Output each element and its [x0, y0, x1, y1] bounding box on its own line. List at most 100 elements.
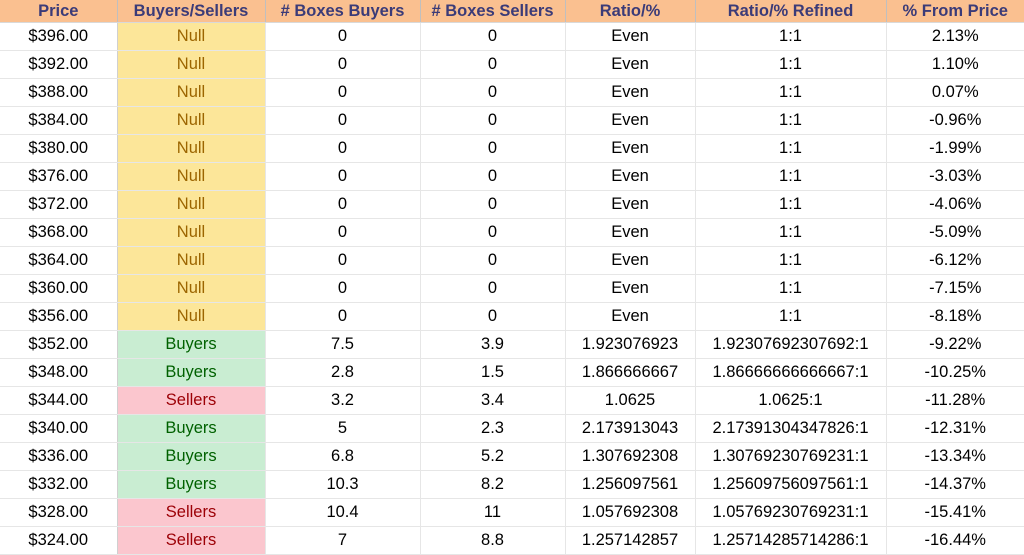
- cell-ratio-refined[interactable]: 1:1: [695, 274, 887, 303]
- cell-ratio-pct[interactable]: Even: [565, 302, 696, 331]
- cell-boxes-sellers[interactable]: 0: [420, 246, 566, 275]
- cell-boxes-buyers[interactable]: 10.4: [265, 498, 421, 527]
- cell-buyers-sellers[interactable]: Null: [117, 246, 266, 275]
- cell-ratio-refined[interactable]: 1.25714285714286:1: [695, 526, 887, 555]
- cell-price[interactable]: $364.00: [0, 246, 118, 275]
- cell-boxes-buyers[interactable]: 0: [265, 134, 421, 163]
- table-row[interactable]: $372.00 Null 0 0 Even 1:1 -4.06%: [0, 190, 1024, 219]
- cell-ratio-refined[interactable]: 1:1: [695, 78, 887, 107]
- cell-boxes-sellers[interactable]: 0: [420, 134, 566, 163]
- table-row[interactable]: $324.00 Sellers 7 8.8 1.257142857 1.257142857…: [0, 526, 1024, 555]
- cell-pct-from-price[interactable]: -10.25%: [886, 358, 1024, 387]
- cell-ratio-refined[interactable]: 1.30769230769231:1: [695, 442, 887, 471]
- cell-pct-from-price[interactable]: 0.07%: [886, 78, 1024, 107]
- cell-buyers-sellers[interactable]: Null: [117, 106, 266, 135]
- cell-price[interactable]: $368.00: [0, 218, 118, 247]
- cell-boxes-buyers[interactable]: 0: [265, 106, 421, 135]
- cell-pct-from-price[interactable]: -8.18%: [886, 302, 1024, 331]
- cell-boxes-buyers[interactable]: 0: [265, 50, 421, 79]
- cell-pct-from-price[interactable]: -9.22%: [886, 330, 1024, 359]
- cell-buyers-sellers[interactable]: Sellers: [117, 498, 266, 527]
- cell-boxes-buyers[interactable]: 0: [265, 78, 421, 107]
- cell-ratio-pct[interactable]: Even: [565, 190, 696, 219]
- cell-ratio-refined[interactable]: 1:1: [695, 106, 887, 135]
- cell-boxes-sellers[interactable]: 3.4: [420, 386, 566, 415]
- cell-ratio-pct[interactable]: Even: [565, 134, 696, 163]
- column-header-price[interactable]: Price: [0, 0, 118, 23]
- cell-pct-from-price[interactable]: -6.12%: [886, 246, 1024, 275]
- cell-buyers-sellers[interactable]: Null: [117, 78, 266, 107]
- cell-ratio-refined[interactable]: 1:1: [695, 162, 887, 191]
- column-header-boxes-sellers[interactable]: # Boxes Sellers: [420, 0, 566, 23]
- cell-ratio-refined[interactable]: 1:1: [695, 190, 887, 219]
- cell-ratio-refined[interactable]: 2.17391304347826:1: [695, 414, 887, 443]
- table-row[interactable]: $368.00 Null 0 0 Even 1:1 -5.09%: [0, 218, 1024, 247]
- cell-buyers-sellers[interactable]: Null: [117, 50, 266, 79]
- cell-boxes-sellers[interactable]: 11: [420, 498, 566, 527]
- cell-price[interactable]: $360.00: [0, 274, 118, 303]
- table-row[interactable]: $340.00 Buyers 5 2.3 2.173913043 2.1739130434…: [0, 414, 1024, 443]
- table-row[interactable]: $352.00 Buyers 7.5 3.9 1.923076923 1.92307692…: [0, 330, 1024, 359]
- table-row[interactable]: $384.00 Null 0 0 Even 1:1 -0.96%: [0, 106, 1024, 135]
- table-row[interactable]: $344.00 Sellers 3.2 3.4 1.0625 1.0625:1 -11.28…: [0, 386, 1024, 415]
- cell-pct-from-price[interactable]: 2.13%: [886, 22, 1024, 51]
- cell-ratio-refined[interactable]: 1.92307692307692:1: [695, 330, 887, 359]
- table-row[interactable]: $348.00 Buyers 2.8 1.5 1.866666667 1.86666666…: [0, 358, 1024, 387]
- cell-ratio-pct[interactable]: 2.173913043: [565, 414, 696, 443]
- cell-ratio-pct[interactable]: Even: [565, 274, 696, 303]
- cell-buyers-sellers[interactable]: Buyers: [117, 358, 266, 387]
- cell-ratio-refined[interactable]: 1:1: [695, 50, 887, 79]
- cell-boxes-sellers[interactable]: 0: [420, 50, 566, 79]
- cell-boxes-sellers[interactable]: 8.8: [420, 526, 566, 555]
- cell-boxes-sellers[interactable]: 0: [420, 218, 566, 247]
- cell-ratio-pct[interactable]: Even: [565, 218, 696, 247]
- table-row[interactable]: $336.00 Buyers 6.8 5.2 1.307692308 1.30769230…: [0, 442, 1024, 471]
- cell-boxes-sellers[interactable]: 0: [420, 302, 566, 331]
- cell-buyers-sellers[interactable]: Buyers: [117, 414, 266, 443]
- cell-price[interactable]: $348.00: [0, 358, 118, 387]
- cell-ratio-pct[interactable]: 1.923076923: [565, 330, 696, 359]
- column-header-buyers-sellers[interactable]: Buyers/Sellers: [117, 0, 266, 23]
- cell-price[interactable]: $388.00: [0, 78, 118, 107]
- cell-boxes-buyers[interactable]: 10.3: [265, 470, 421, 499]
- table-row[interactable]: $376.00 Null 0 0 Even 1:1 -3.03%: [0, 162, 1024, 191]
- table-row[interactable]: $328.00 Sellers 10.4 11 1.057692308 1.0576923…: [0, 498, 1024, 527]
- cell-buyers-sellers[interactable]: Buyers: [117, 442, 266, 471]
- cell-boxes-sellers[interactable]: 5.2: [420, 442, 566, 471]
- cell-ratio-refined[interactable]: 1:1: [695, 302, 887, 331]
- cell-ratio-pct[interactable]: 1.257142857: [565, 526, 696, 555]
- cell-buyers-sellers[interactable]: Null: [117, 302, 266, 331]
- cell-ratio-pct[interactable]: Even: [565, 22, 696, 51]
- cell-boxes-sellers[interactable]: 2.3: [420, 414, 566, 443]
- cell-price[interactable]: $352.00: [0, 330, 118, 359]
- cell-pct-from-price[interactable]: -12.31%: [886, 414, 1024, 443]
- cell-ratio-pct[interactable]: Even: [565, 78, 696, 107]
- cell-boxes-sellers[interactable]: 3.9: [420, 330, 566, 359]
- cell-pct-from-price[interactable]: -1.99%: [886, 134, 1024, 163]
- cell-boxes-sellers[interactable]: 0: [420, 190, 566, 219]
- cell-price[interactable]: $332.00: [0, 470, 118, 499]
- cell-boxes-sellers[interactable]: 0: [420, 162, 566, 191]
- cell-boxes-buyers[interactable]: 0: [265, 302, 421, 331]
- cell-pct-from-price[interactable]: -0.96%: [886, 106, 1024, 135]
- cell-price[interactable]: $336.00: [0, 442, 118, 471]
- cell-pct-from-price[interactable]: -11.28%: [886, 386, 1024, 415]
- cell-boxes-buyers[interactable]: 6.8: [265, 442, 421, 471]
- cell-boxes-buyers[interactable]: 5: [265, 414, 421, 443]
- cell-price[interactable]: $384.00: [0, 106, 118, 135]
- cell-pct-from-price[interactable]: -13.34%: [886, 442, 1024, 471]
- cell-ratio-pct[interactable]: 1.057692308: [565, 498, 696, 527]
- cell-boxes-buyers[interactable]: 0: [265, 162, 421, 191]
- cell-boxes-buyers[interactable]: 0: [265, 274, 421, 303]
- cell-buyers-sellers[interactable]: Sellers: [117, 526, 266, 555]
- column-header-ratio-refined[interactable]: Ratio/% Refined: [695, 0, 887, 23]
- cell-ratio-refined[interactable]: 1.05769230769231:1: [695, 498, 887, 527]
- cell-ratio-pct[interactable]: Even: [565, 246, 696, 275]
- cell-pct-from-price[interactable]: -3.03%: [886, 162, 1024, 191]
- cell-boxes-sellers[interactable]: 8.2: [420, 470, 566, 499]
- cell-buyers-sellers[interactable]: Null: [117, 218, 266, 247]
- column-header-boxes-buyers[interactable]: # Boxes Buyers: [265, 0, 421, 23]
- cell-price[interactable]: $356.00: [0, 302, 118, 331]
- cell-boxes-sellers[interactable]: 0: [420, 22, 566, 51]
- table-row[interactable]: $380.00 Null 0 0 Even 1:1 -1.99%: [0, 134, 1024, 163]
